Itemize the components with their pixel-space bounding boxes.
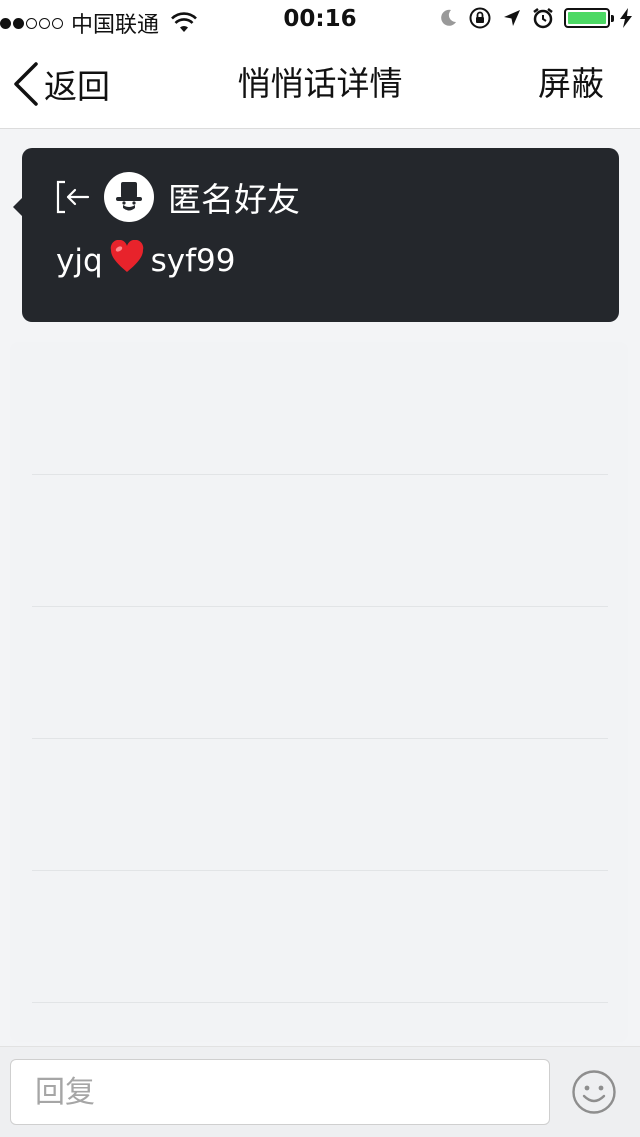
heart-icon bbox=[110, 239, 143, 272]
exit-icon[interactable] bbox=[54, 178, 92, 216]
nav-bar: 返回 悄悄话详情 屏蔽 bbox=[0, 40, 640, 129]
divider bbox=[32, 1002, 608, 1003]
divider bbox=[32, 870, 608, 871]
message-card: 匿名好友 yjq syf99 bbox=[13, 148, 619, 322]
avatar[interactable] bbox=[104, 172, 154, 222]
divider bbox=[32, 474, 608, 475]
status-right bbox=[438, 6, 632, 30]
card-pointer bbox=[13, 198, 22, 216]
divider bbox=[32, 738, 608, 739]
status-bar: 中国联通 00:16 bbox=[0, 0, 640, 40]
location-icon bbox=[504, 10, 520, 26]
reply-bar bbox=[0, 1046, 640, 1137]
battery-icon bbox=[564, 8, 614, 28]
message-header: 匿名好友 bbox=[54, 172, 300, 222]
comments-area bbox=[10, 342, 628, 1042]
divider bbox=[32, 606, 608, 607]
back-button[interactable]: 返回 bbox=[12, 40, 110, 128]
chevron-left-icon bbox=[14, 62, 38, 106]
message-text-after: syf99 bbox=[150, 243, 236, 279]
heart-emoji bbox=[109, 239, 145, 282]
charging-bolt-icon bbox=[620, 8, 632, 28]
block-button[interactable]: 屏蔽 bbox=[538, 40, 604, 128]
message-text-before: yjq bbox=[56, 243, 103, 279]
back-label: 返回 bbox=[44, 67, 110, 106]
moon-icon bbox=[441, 9, 456, 26]
message-text: yjq syf99 bbox=[56, 239, 236, 282]
rotation-lock-icon bbox=[469, 7, 491, 29]
alarm-icon bbox=[533, 8, 553, 29]
reply-input[interactable] bbox=[10, 1059, 550, 1125]
sender-name: 匿名好友 bbox=[168, 180, 300, 219]
smiley-icon[interactable] bbox=[571, 1069, 617, 1115]
anonymous-hat-icon bbox=[116, 182, 142, 211]
